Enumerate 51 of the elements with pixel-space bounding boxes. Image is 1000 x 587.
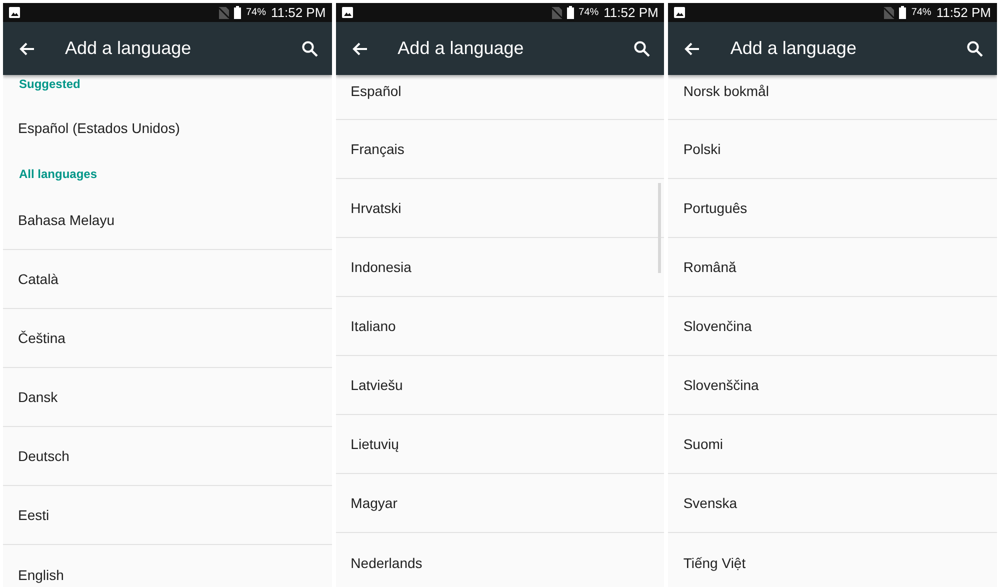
- language-item[interactable]: Nederlands: [336, 533, 664, 587]
- language-item[interactable]: Čeština: [3, 309, 332, 368]
- clock-time: 11:52 PM: [270, 5, 326, 20]
- search-icon[interactable]: [302, 40, 318, 56]
- search-icon[interactable]: [967, 40, 984, 56]
- language-item[interactable]: Suomi: [668, 415, 998, 474]
- picture-icon: [9, 7, 20, 18]
- language-item[interactable]: Svenska: [668, 474, 998, 533]
- language-item[interactable]: Eesti: [3, 486, 332, 545]
- language-item[interactable]: Slovenčina: [668, 297, 998, 356]
- back-arrow-icon[interactable]: [684, 42, 700, 56]
- back-arrow-icon[interactable]: [19, 42, 35, 56]
- battery-percentage: 74%: [578, 7, 599, 18]
- language-item[interactable]: Latviešu: [336, 356, 664, 415]
- language-item[interactable]: Deutsch: [3, 427, 332, 486]
- clock-time: 11:52 PM: [936, 5, 992, 20]
- language-item[interactable]: English: [3, 545, 332, 587]
- language-item[interactable]: Magyar: [336, 474, 664, 533]
- language-item[interactable]: Lietuvių: [336, 415, 664, 474]
- battery-icon: [899, 6, 906, 19]
- battery-percentage: 74%: [246, 7, 266, 18]
- language-item[interactable]: Bahasa Melayu: [3, 191, 332, 250]
- language-item[interactable]: Français: [336, 120, 664, 179]
- language-item[interactable]: Español: [336, 75, 664, 120]
- no-sim-icon: [218, 6, 229, 18]
- battery-percentage: 74%: [911, 7, 932, 18]
- back-arrow-icon[interactable]: [352, 42, 368, 56]
- language-item[interactable]: Español (Estados Unidos): [3, 98, 332, 157]
- picture-icon: [342, 7, 353, 18]
- battery-icon: [234, 6, 241, 19]
- no-sim-icon: [884, 6, 894, 18]
- battery-icon: [566, 6, 574, 19]
- language-item[interactable]: Dansk: [3, 368, 332, 427]
- language-item[interactable]: Tiếng Việt: [668, 533, 998, 587]
- clock-time: 11:52 PM: [604, 5, 658, 20]
- language-item[interactable]: Română: [668, 238, 998, 297]
- language-item[interactable]: Norsk bokmål: [668, 75, 998, 120]
- screen-title: Add a language: [398, 38, 525, 59]
- language-item[interactable]: Català: [3, 250, 332, 309]
- picture-icon: [674, 7, 686, 18]
- language-item[interactable]: Italiano: [336, 297, 664, 356]
- language-item[interactable]: Slovenščina: [668, 356, 998, 415]
- no-sim-icon: [552, 6, 562, 18]
- screen-title: Add a language: [730, 38, 858, 59]
- screen-title: Add a language: [65, 38, 192, 59]
- language-item[interactable]: Português: [668, 179, 998, 238]
- section-header: All languages: [19, 167, 98, 181]
- scrollbar[interactable]: [658, 183, 662, 273]
- search-icon[interactable]: [634, 40, 650, 56]
- section-header: Suggested: [19, 77, 80, 91]
- language-item[interactable]: Polski: [668, 120, 998, 179]
